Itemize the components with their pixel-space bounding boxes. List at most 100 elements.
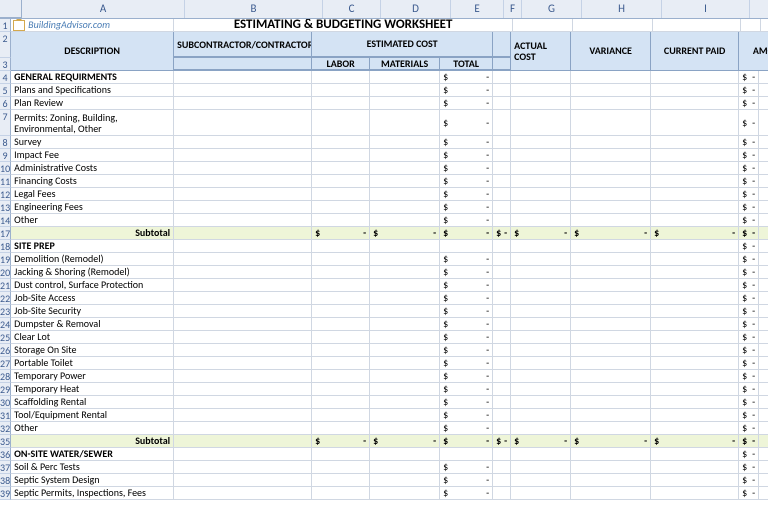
item-desc[interactable]: Temporary Heat [11, 383, 174, 395]
row-header[interactable]: 25 [0, 331, 11, 344]
item-row: Financing Costs [11, 175, 768, 188]
row-header[interactable]: 18 [0, 240, 11, 253]
row-header[interactable]: 22 [0, 292, 11, 305]
row-header[interactable]: 12 [0, 188, 11, 201]
row-header[interactable]: 1 [0, 19, 11, 32]
item-desc[interactable]: Tool/Equipment Rental [11, 409, 174, 421]
item-desc[interactable]: Legal Fees [11, 188, 174, 200]
item-desc[interactable]: Survey [11, 136, 174, 148]
col-header-c[interactable]: C [323, 0, 381, 18]
col-header-e[interactable]: E [451, 0, 504, 18]
subtotal-label[interactable]: Subtotal [11, 435, 174, 447]
col-header-b[interactable]: B [185, 0, 323, 18]
row-header[interactable]: 11 [0, 175, 11, 188]
row-header[interactable]: 39 [0, 487, 11, 500]
row-header[interactable]: 17 [0, 227, 11, 240]
item-desc[interactable]: Soil & Perc Tests [11, 461, 174, 473]
row-header[interactable]: 36 [0, 448, 11, 461]
item-desc[interactable]: Portable Toilet [11, 357, 174, 369]
item-row: Dumpster & Removal [11, 318, 768, 331]
item-desc[interactable]: Engineering Fees [11, 201, 174, 213]
item-desc[interactable]: Financing Costs [11, 175, 174, 187]
col-header-d[interactable]: D [381, 0, 451, 18]
item-row: Job-Site Access [11, 292, 768, 305]
section-name[interactable]: GENERAL REQUIRMENTS [11, 71, 174, 83]
section-row: ON-SITE WATER/SEWER [11, 448, 768, 461]
item-desc[interactable]: Jacking & Shoring (Remodel) [11, 266, 174, 278]
item-desc[interactable]: Other [11, 214, 174, 226]
row-header[interactable]: 8 [0, 136, 11, 149]
section-name[interactable]: SITE PREP [11, 240, 174, 252]
item-desc[interactable]: Plans and Specifications [11, 84, 174, 96]
item-desc[interactable]: Job-Site Access [11, 292, 174, 304]
item-desc[interactable]: Septic Permits, Inspections, Fees [11, 487, 174, 499]
item-desc[interactable]: Administrative Costs [11, 162, 174, 174]
row-header[interactable]: 28 [0, 370, 11, 383]
col-header-f[interactable]: F [504, 0, 522, 18]
hdr-labor: LABOR [312, 58, 370, 70]
section-name[interactable]: ON-SITE WATER/SEWER [11, 448, 174, 460]
row-headers: 1 2 3 4 5 6 7 8 9 10 11 12 13 14 17 18 1… [0, 19, 11, 500]
row-header[interactable]: 19 [0, 253, 11, 266]
item-desc[interactable]: Temporary Power [11, 370, 174, 382]
section-row: GENERAL REQUIRMENTS [11, 71, 768, 84]
hdr-estimated-cost: ESTIMATED COST [312, 32, 493, 57]
item-desc[interactable]: Other [11, 422, 174, 434]
item-desc[interactable]: Dust control, Surface Protection [11, 279, 174, 291]
row-header[interactable]: 3 [0, 58, 11, 71]
item-row: Other [11, 422, 768, 435]
row-header[interactable]: 10 [0, 162, 11, 175]
row-header[interactable]: 32 [0, 422, 11, 435]
row-header[interactable]: 35 [0, 435, 11, 448]
subtotal-label[interactable]: Subtotal [11, 227, 174, 239]
row-header[interactable]: 14 [0, 214, 11, 227]
row-header[interactable]: 38 [0, 474, 11, 487]
row-header[interactable]: 20 [0, 266, 11, 279]
item-row: Portable Toilet [11, 357, 768, 370]
col-header-i[interactable]: I [662, 0, 750, 18]
item-desc[interactable]: Job-Site Security [11, 305, 174, 317]
grid[interactable]: BuildingAdvisor.com ESTIMATING & BUDGETI… [11, 19, 768, 500]
item-desc[interactable]: Dumpster & Removal [11, 318, 174, 330]
item-desc[interactable]: Clear Lot [11, 331, 174, 343]
row-header[interactable]: 7 [0, 110, 11, 136]
row-header[interactable]: 30 [0, 396, 11, 409]
col-header-a[interactable]: A [22, 0, 185, 18]
worksheet-title: ESTIMATING & BUDGETING WORKSHEET [174, 19, 513, 31]
row-header[interactable]: 6 [0, 97, 11, 110]
row-header[interactable]: 24 [0, 318, 11, 331]
item-desc[interactable]: Impact Fee [11, 149, 174, 161]
item-row: Other [11, 214, 768, 227]
due-cell[interactable] [739, 71, 759, 83]
row-header[interactable]: 2 [0, 32, 11, 58]
hdr-amount-due: AMOUNT DUE [739, 32, 768, 71]
row-header[interactable]: 4 [0, 71, 11, 84]
row-header[interactable]: 29 [0, 383, 11, 396]
item-desc[interactable]: Storage On Site [11, 344, 174, 356]
row-header[interactable]: 21 [0, 279, 11, 292]
item-desc[interactable]: Demolition (Remodel) [11, 253, 174, 265]
item-desc[interactable]: Plan Review [11, 97, 174, 109]
item-row: Clear Lot [11, 331, 768, 344]
row-header[interactable]: 26 [0, 344, 11, 357]
hdr-current-paid: CURRENT PAID [651, 32, 739, 71]
row-header[interactable]: 31 [0, 409, 11, 422]
row-header[interactable]: 13 [0, 201, 11, 214]
row-header[interactable]: 5 [0, 84, 11, 97]
item-desc[interactable]: Permits: Zoning, Building, Environmental… [11, 110, 174, 135]
hdr-actual-cost: ACTUAL COST [511, 32, 571, 71]
row-header[interactable]: 37 [0, 461, 11, 474]
select-all-corner[interactable] [0, 0, 22, 18]
row-header[interactable]: 23 [0, 305, 11, 318]
col-header-g[interactable]: G [522, 0, 582, 18]
item-desc[interactable]: Septic System Design [11, 474, 174, 486]
col-header-h[interactable]: H [582, 0, 662, 18]
title-row: BuildingAdvisor.com ESTIMATING & BUDGETI… [11, 19, 768, 32]
item-desc[interactable]: Scaffolding Rental [11, 396, 174, 408]
subtotal-row: Subtotal [11, 227, 768, 240]
section-row: SITE PREP [11, 240, 768, 253]
row-header[interactable]: 9 [0, 149, 11, 162]
row-header[interactable]: 27 [0, 357, 11, 370]
hdr-subcontractor: SUBCONTRACTOR/CONTRACTOR [174, 32, 312, 57]
total-cell[interactable] [440, 71, 493, 83]
